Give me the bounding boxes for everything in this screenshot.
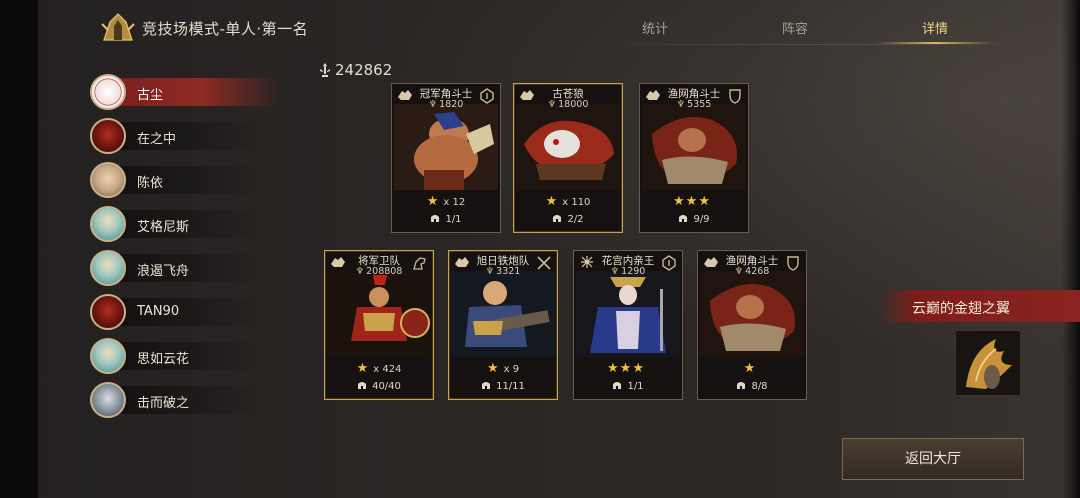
avatar bbox=[90, 206, 126, 242]
unit-stars: ★ x 110 bbox=[545, 194, 591, 209]
unit-power: ♆ 3321 bbox=[485, 266, 521, 277]
player-row[interactable]: 古尘 bbox=[90, 72, 290, 112]
unit-stars: ★★★ bbox=[673, 194, 711, 209]
player-row[interactable]: 思如云花 bbox=[90, 336, 290, 376]
player-name: 陈依 bbox=[137, 176, 164, 191]
avatar bbox=[90, 338, 126, 374]
tab-details[interactable]: 详情 bbox=[875, 18, 995, 44]
unit-card[interactable]: 冠军角斗士 ♆ 1820 ★ x 12 1/1 bbox=[391, 83, 501, 233]
player-row[interactable]: 陈依 bbox=[90, 160, 290, 200]
power-icon bbox=[320, 63, 330, 77]
avatar bbox=[90, 74, 126, 110]
unit-portrait bbox=[642, 104, 746, 190]
helmet-icon bbox=[679, 215, 688, 222]
unit-portrait bbox=[700, 271, 804, 357]
unit-card[interactable]: 旭日铁炮队 ♆ 3321 ★ x 9 11/11 bbox=[448, 250, 558, 400]
unit-stars: ★ bbox=[743, 361, 757, 376]
unit-card[interactable]: 将军卫队 ♆ 208808 ★ x 424 40/40 bbox=[324, 250, 434, 400]
player-name: 思如云花 bbox=[137, 352, 190, 367]
power-value: 242862 bbox=[335, 61, 393, 79]
player-name: 古尘 bbox=[137, 88, 164, 103]
unit-count: 1/1 bbox=[574, 380, 682, 392]
unit-card[interactable]: 渔网角斗士 ♆ 4268 ★ 8/8 bbox=[697, 250, 807, 400]
unit-power: ♆ 5355 bbox=[676, 99, 712, 110]
player-name: 艾格尼斯 bbox=[137, 220, 190, 235]
helmet-icon bbox=[358, 382, 367, 389]
unit-portrait bbox=[516, 104, 620, 190]
page-title: 竞技场模式-单人·第一名 bbox=[142, 20, 309, 38]
player-name: TAN90 bbox=[137, 304, 180, 319]
player-name: 浪遏飞舟 bbox=[137, 264, 190, 279]
helmet-icon bbox=[737, 382, 746, 389]
helmet-icon bbox=[482, 382, 491, 389]
unit-count: 1/1 bbox=[392, 213, 500, 225]
return-lobby-button[interactable]: 返回大厅 bbox=[842, 438, 1024, 480]
unit-portrait bbox=[576, 271, 680, 357]
unit-power: ♆ 4268 bbox=[734, 266, 770, 277]
unit-stars: ★★★ bbox=[607, 361, 645, 376]
unit-card[interactable]: 花宫内亲王 ♆ 1290 ★★★ 1/1 bbox=[573, 250, 683, 400]
player-name: 在之中 bbox=[137, 132, 177, 147]
unit-count: 9/9 bbox=[640, 213, 748, 225]
avatar bbox=[90, 250, 126, 286]
relic-item[interactable] bbox=[955, 330, 1021, 396]
unit-power: ♆ 1820 bbox=[428, 99, 464, 110]
helmet-icon bbox=[553, 215, 562, 222]
unit-stars: ★ x 9 bbox=[486, 361, 520, 376]
unit-power: ♆ 1290 bbox=[610, 266, 646, 277]
player-row[interactable]: 在之中 bbox=[90, 116, 290, 156]
unit-stars: ★ x 12 bbox=[426, 194, 466, 209]
unit-power: ♆ 18000 bbox=[547, 99, 589, 110]
helmet-logo-icon bbox=[101, 13, 135, 41]
unit-card[interactable]: 古苍狼 ♆ 18000 ★ x 110 2/2 bbox=[513, 83, 623, 233]
unit-portrait bbox=[394, 104, 498, 190]
unit-count: 40/40 bbox=[325, 380, 433, 392]
header-divider bbox=[590, 44, 1050, 45]
player-row[interactable]: 浪遏飞舟 bbox=[90, 248, 290, 288]
tab-lineup[interactable]: 阵容 bbox=[735, 18, 855, 37]
player-row[interactable]: 艾格尼斯 bbox=[90, 204, 290, 244]
golden-wing-icon bbox=[956, 331, 1020, 395]
unit-stars: ★ x 424 bbox=[356, 361, 402, 376]
avatar bbox=[90, 382, 126, 418]
helmet-icon bbox=[431, 215, 440, 222]
player-row[interactable]: TAN90 bbox=[90, 292, 290, 332]
avatar bbox=[90, 294, 126, 330]
left-edge bbox=[0, 0, 38, 498]
army-power: 242862 bbox=[318, 60, 392, 80]
right-edge bbox=[1062, 0, 1080, 498]
unit-count: 8/8 bbox=[698, 380, 806, 392]
unit-power: ♆ 208808 bbox=[355, 266, 403, 277]
helmet-icon bbox=[613, 382, 622, 389]
unit-portrait bbox=[451, 271, 555, 357]
unit-portrait bbox=[327, 271, 431, 357]
unit-count: 11/11 bbox=[449, 380, 557, 392]
tab-bar: 统计 阵容 详情 bbox=[590, 18, 1050, 46]
relic-title: 云巅的金翅之翼 bbox=[912, 301, 1010, 317]
player-row[interactable]: 击而破之 bbox=[90, 380, 290, 420]
unit-card[interactable]: 渔网角斗士 ♆ 5355 ★★★ 9/9 bbox=[639, 83, 749, 233]
unit-count: 2/2 bbox=[514, 213, 622, 225]
avatar bbox=[90, 162, 126, 198]
avatar bbox=[90, 118, 126, 154]
player-name: 击而破之 bbox=[137, 396, 190, 411]
tab-statistics[interactable]: 统计 bbox=[595, 18, 715, 37]
